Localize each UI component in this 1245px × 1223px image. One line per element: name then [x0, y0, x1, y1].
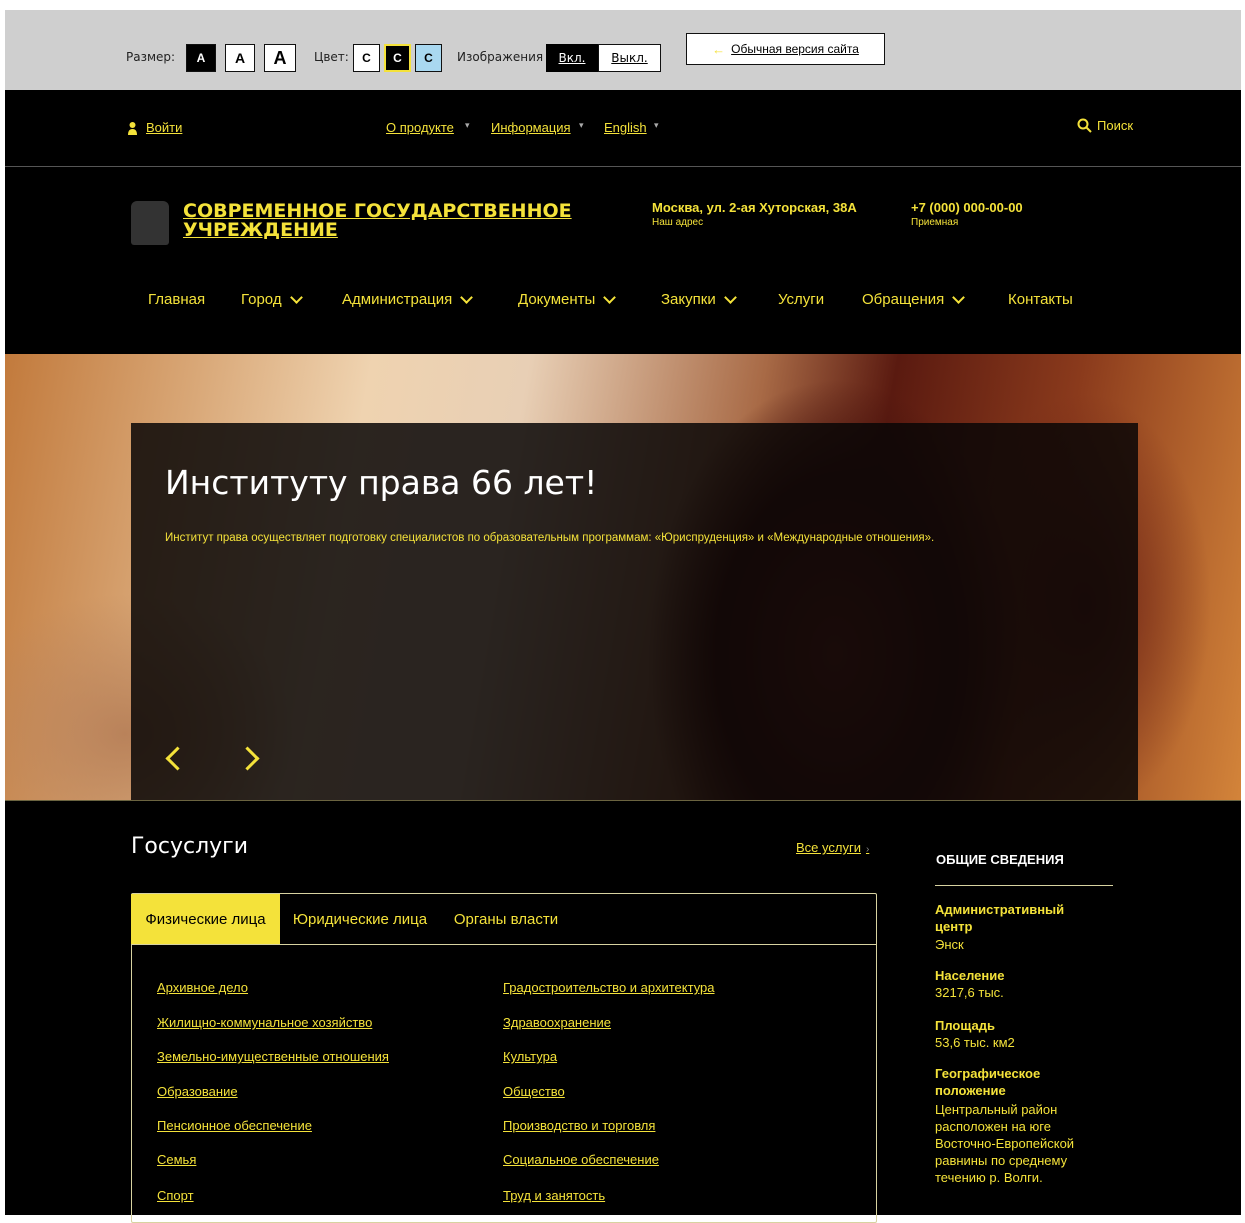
- address-text: Москва, ул. 2-ая Хуторская, 38А: [652, 200, 857, 215]
- info-heading: ОБЩИЕ СВЕДЕНИЯ: [936, 852, 1064, 867]
- hero-slider: Институту права 66 лет! Институт права о…: [5, 354, 1241, 800]
- user-icon: [128, 120, 137, 135]
- english-link[interactable]: English: [604, 120, 647, 135]
- service-link[interactable]: Спорт: [157, 1188, 194, 1203]
- nav-item-administration[interactable]: Администрация: [342, 290, 474, 308]
- font-size-medium-button[interactable]: A: [225, 44, 255, 72]
- service-link[interactable]: Земельно-имущественные отношения: [157, 1049, 389, 1064]
- service-link[interactable]: Семья: [157, 1152, 196, 1167]
- service-link[interactable]: Общество: [503, 1084, 565, 1099]
- hero-caption-card: Институту права 66 лет! Институт права о…: [131, 423, 1138, 800]
- chevron-down-icon: [723, 290, 737, 304]
- size-label: Размер:: [126, 50, 176, 64]
- address-block: Москва, ул. 2-ая Хуторская, 38А Наш адре…: [652, 200, 857, 228]
- service-link[interactable]: Культура: [503, 1049, 557, 1064]
- address-caption: Наш адрес: [652, 217, 704, 228]
- phone-caption: Приемная: [911, 217, 959, 228]
- normal-version-label: Обычная версия сайта: [731, 42, 859, 56]
- main-content: Госуслуги Все услуги › Физические лица Юр…: [5, 800, 1241, 1223]
- tabs-divider: [132, 944, 876, 945]
- nav-item-documents[interactable]: Документы: [518, 290, 617, 308]
- images-off-button[interactable]: Выкл.: [598, 44, 661, 72]
- slider-next-arrow-icon[interactable]: [235, 746, 260, 771]
- font-size-small-button[interactable]: A: [186, 44, 216, 72]
- population-value: 3217,6 тыс.: [935, 985, 1004, 1000]
- normal-version-button[interactable]: ← Обычная версия сайта: [686, 33, 885, 65]
- nav-label: Документы: [518, 291, 596, 308]
- login-link[interactable]: Войти: [146, 120, 182, 135]
- org-name-line2: УЧРЕЖДЕНИЕ: [183, 219, 338, 241]
- chevron-down-icon: [952, 290, 966, 304]
- nav-label: Услуги: [778, 291, 825, 308]
- search-button[interactable]: Поиск: [1077, 118, 1133, 133]
- org-name-link[interactable]: СОВРЕМЕННОЕ ГОСУДАРСТВЕННОЕ УЧРЕЖДЕНИЕ: [183, 202, 572, 240]
- nav-item-home[interactable]: Главная: [148, 291, 205, 308]
- nav-label: Город: [241, 291, 282, 308]
- nav-label: Главная: [148, 291, 206, 308]
- service-link[interactable]: Труд и занятость: [503, 1188, 605, 1203]
- info-divider: [935, 885, 1113, 886]
- search-label: Поиск: [1097, 118, 1134, 133]
- hero-text: Институт права осуществляет подготовку с…: [165, 532, 935, 544]
- images-label: Изображения: [457, 50, 544, 64]
- service-link[interactable]: Пенсионное обеспечение: [157, 1118, 312, 1133]
- geo-title: Географическое положение: [935, 1066, 1041, 1098]
- search-icon: [1077, 118, 1092, 133]
- admin-center-title: Административный центр: [935, 902, 1065, 934]
- service-link[interactable]: Производство и торговля: [503, 1118, 655, 1133]
- service-link[interactable]: Образование: [157, 1084, 238, 1099]
- images-on-button[interactable]: Вкл.: [546, 44, 598, 72]
- all-services-link[interactable]: Все услуги ›: [796, 840, 869, 855]
- admin-center-value: Энск: [935, 937, 964, 952]
- chevron-down-icon: ▾: [654, 121, 659, 131]
- tab-authorities[interactable]: Органы власти: [444, 894, 568, 944]
- chevron-down-icon: [460, 290, 474, 304]
- chevron-right-icon: ›: [865, 844, 870, 855]
- phone-text: +7 (000) 000-00-00: [911, 200, 1023, 215]
- phone-block: +7 (000) 000-00-00 Приемная: [911, 200, 1023, 228]
- information-link[interactable]: Информация: [491, 120, 571, 135]
- service-link[interactable]: Здравоохранение: [503, 1015, 611, 1030]
- hero-title: Институту права 66 лет!: [165, 463, 598, 502]
- nav-item-appeals[interactable]: Обращения: [862, 290, 966, 308]
- services-title: Госуслуги: [131, 834, 249, 859]
- site-header: СОВРЕМЕННОЕ ГОСУДАРСТВЕННОЕ УЧРЕЖДЕНИЕ М…: [5, 167, 1241, 354]
- emblem-icon: [131, 201, 169, 245]
- chevron-down-icon: ▾: [579, 121, 584, 131]
- service-link[interactable]: Архивное дело: [157, 980, 248, 995]
- nav-item-contacts[interactable]: Контакты: [1008, 291, 1073, 308]
- nav-label: Закупки: [661, 291, 716, 308]
- color-scheme-blue-button[interactable]: C: [415, 44, 442, 72]
- font-size-large-button[interactable]: A: [264, 44, 296, 72]
- nav-label: Обращения: [862, 291, 945, 308]
- all-services-label: Все услуги: [796, 840, 861, 855]
- color-scheme-black-button[interactable]: C: [384, 44, 411, 72]
- geo-value: Центральный район расположен на юге Вост…: [935, 1102, 1075, 1185]
- nav-label: Контакты: [1008, 291, 1073, 308]
- accessibility-toolbar: Размер: A A A Цвет: C C C Изображения Вк…: [5, 10, 1241, 90]
- nav-item-procurement[interactable]: Закупки: [661, 290, 737, 308]
- service-link[interactable]: Жилищно-коммунальное хозяйство: [157, 1015, 372, 1030]
- services-panel: Физические лица Юридические лица Органы …: [131, 893, 877, 1223]
- arrow-left-icon: ←: [712, 41, 726, 57]
- tab-individuals[interactable]: Физические лица: [131, 894, 280, 944]
- tab-legal-entities[interactable]: Юридические лица: [284, 894, 436, 944]
- color-scheme-white-button[interactable]: C: [353, 44, 380, 72]
- chevron-down-icon: [289, 290, 303, 304]
- nav-label: Администрация: [342, 291, 453, 308]
- nav-item-city[interactable]: Город: [241, 290, 303, 308]
- slider-prev-arrow-icon[interactable]: [165, 746, 190, 771]
- about-product-link[interactable]: О продукте: [386, 120, 454, 135]
- nav-item-services[interactable]: Услуги: [778, 291, 824, 308]
- service-link[interactable]: Градостроительство и архитектура: [503, 980, 715, 995]
- area-title: Площадь: [935, 1018, 995, 1033]
- chevron-down-icon: ▾: [465, 121, 470, 131]
- population-title: Население: [935, 968, 1005, 983]
- service-link[interactable]: Социальное обеспечение: [503, 1152, 659, 1167]
- top-bar: Войти О продукте ▾ Информация ▾ English …: [5, 90, 1241, 167]
- chevron-down-icon: [603, 290, 617, 304]
- color-label: Цвет:: [314, 50, 349, 64]
- area-value: 53,6 тыс. км2: [935, 1035, 1015, 1050]
